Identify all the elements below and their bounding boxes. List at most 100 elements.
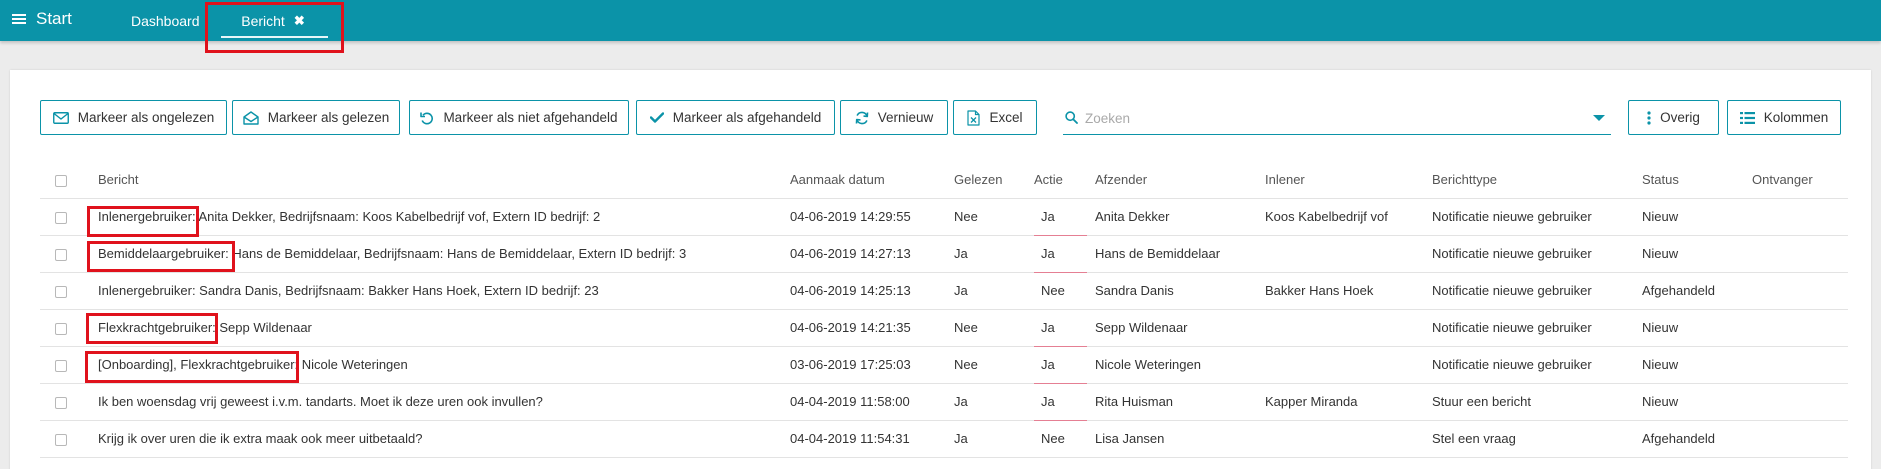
search-input[interactable] (1085, 108, 1565, 128)
cell-ontvanger (1752, 420, 1848, 458)
cell-ontvanger (1752, 383, 1848, 421)
mark-unread-label: Markeer als ongelezen (77, 110, 215, 125)
row-checkbox[interactable] (55, 433, 67, 446)
overig-button[interactable]: Overig (1628, 100, 1719, 135)
cell-inlener (1265, 420, 1432, 458)
cell-gelezen: Ja (954, 235, 1034, 273)
tab-dashboard-label: Dashboard (131, 12, 200, 29)
cell-ontvanger (1752, 346, 1848, 384)
envelope-icon (52, 111, 69, 124)
row-checkbox[interactable] (55, 211, 67, 224)
envelope-open-icon (243, 110, 259, 125)
cell-actie: Ja (1034, 309, 1095, 347)
cell-actie: Nee (1034, 420, 1095, 458)
actie-value: Ja (1041, 246, 1055, 261)
more-vertical-icon (1647, 110, 1651, 125)
cell-aanmaak-datum: 04-06-2019 14:27:13 (790, 235, 954, 273)
start-label: Start (36, 9, 72, 28)
excel-file-icon (967, 109, 981, 126)
excel-label: Excel (989, 110, 1023, 125)
actie-value: Nee (1041, 431, 1065, 446)
row-checkbox[interactable] (55, 359, 67, 372)
cell-aanmaak-datum: 04-06-2019 14:25:13 (790, 272, 954, 310)
table-row[interactable]: Flexkrachtgebruiker: Sepp Wildenaar 04-0… (40, 309, 1848, 347)
table-row[interactable]: Inlenergebruiker: Anita Dekker, Bedrijfs… (40, 198, 1848, 236)
table-row[interactable]: Krijg ik over uren die ik extra maak ook… (40, 420, 1848, 458)
row-checkbox[interactable] (55, 396, 67, 409)
cell-status: Nieuw (1642, 198, 1752, 236)
mark-unread-button[interactable]: Markeer als ongelezen (40, 100, 227, 135)
mark-handled-label: Markeer als afgehandeld (672, 110, 822, 125)
select-all-checkbox[interactable] (55, 174, 67, 187)
hamburger-menu-icon (12, 13, 26, 25)
column-header-berichttype[interactable]: Berichttype (1432, 162, 1642, 199)
tab-dashboard[interactable]: Dashboard (131, 0, 200, 41)
cell-bericht: Flexkrachtgebruiker: Sepp Wildenaar (98, 309, 790, 347)
column-header-inlener[interactable]: Inlener (1265, 162, 1432, 199)
cell-berichttype: Stuur een bericht (1432, 383, 1642, 421)
mark-handled-button[interactable]: Markeer als afgehandeld (636, 100, 835, 135)
cell-afzender: Lisa Jansen (1095, 420, 1265, 458)
search-box (1063, 100, 1611, 135)
kolommen-label: Kolommen (1763, 110, 1829, 125)
cell-actie: Ja (1034, 346, 1095, 384)
column-header-ontvanger[interactable]: Ontvanger (1752, 162, 1848, 199)
cell-aanmaak-datum: 04-04-2019 11:54:31 (790, 420, 954, 458)
row-checkbox[interactable] (55, 285, 67, 298)
cell-berichttype: Stel een vraag (1432, 420, 1642, 458)
cell-berichttype: Notificatie nieuwe gebruiker (1432, 235, 1642, 273)
cell-actie: Ja (1034, 198, 1095, 236)
cell-inlener (1265, 346, 1432, 384)
cell-gelezen: Nee (954, 309, 1034, 347)
row-checkbox[interactable] (55, 322, 67, 335)
table-header-row: Bericht Aanmaak datum Gelezen Actie Afze… (40, 162, 1848, 199)
column-header-actie[interactable]: Actie (1034, 162, 1095, 199)
actie-value: Ja (1041, 357, 1055, 372)
search-dropdown-caret-icon[interactable] (1593, 115, 1605, 121)
cell-aanmaak-datum: 04-06-2019 14:29:55 (790, 198, 954, 236)
cell-berichttype: Notificatie nieuwe gebruiker (1432, 272, 1642, 310)
start-menu-button[interactable]: Start (12, 8, 72, 30)
cell-berichttype: Notificatie nieuwe gebruiker (1432, 198, 1642, 236)
cell-ontvanger (1752, 235, 1848, 273)
table-row[interactable]: Inlenergebruiker: Sandra Danis, Bedrijfs… (40, 272, 1848, 310)
mark-not-handled-button[interactable]: Markeer als niet afgehandeld (409, 100, 629, 135)
undo-icon (420, 111, 434, 125)
table-row[interactable]: Bemiddelaargebruiker: Hans de Bemiddelaa… (40, 235, 1848, 273)
close-tab-icon[interactable]: ✖ (294, 13, 305, 29)
table-row[interactable]: [Onboarding], Flexkrachtgebruiker: Nicol… (40, 346, 1848, 384)
cell-berichttype: Notificatie nieuwe gebruiker (1432, 346, 1642, 384)
cell-status: Nieuw (1642, 309, 1752, 347)
column-header-aanmaak-datum[interactable]: Aanmaak datum (790, 162, 954, 199)
column-header-bericht[interactable]: Bericht (98, 162, 790, 199)
column-header-status[interactable]: Status (1642, 162, 1752, 199)
tab-bericht[interactable]: Bericht ✖ (218, 0, 328, 41)
mark-not-handled-label: Markeer als niet afgehandeld (443, 110, 618, 125)
active-tab-indicator (221, 36, 328, 38)
cell-afzender: Anita Dekker (1095, 198, 1265, 236)
cell-actie: Ja (1034, 383, 1095, 421)
cell-bericht: Ik ben woensdag vrij geweest i.v.m. tand… (98, 383, 790, 421)
row-checkbox[interactable] (55, 248, 67, 261)
cell-afzender: Nicole Weteringen (1095, 346, 1265, 384)
cell-actie: Ja (1034, 235, 1095, 273)
top-navigation-bar: Start Dashboard Bericht ✖ (0, 0, 1881, 41)
column-header-afzender[interactable]: Afzender (1095, 162, 1265, 199)
cell-inlener: Bakker Hans Hoek (1265, 272, 1432, 310)
mark-read-label: Markeer als gelezen (267, 110, 390, 125)
cell-afzender: Rita Huisman (1095, 383, 1265, 421)
kolommen-button[interactable]: Kolommen (1727, 100, 1841, 135)
cell-actie: Nee (1034, 272, 1095, 310)
search-icon (1065, 111, 1078, 129)
cell-bericht: Inlenergebruiker: Sandra Danis, Bedrijfs… (98, 272, 790, 310)
tab-bericht-label: Bericht (241, 12, 285, 29)
cell-gelezen: Nee (954, 346, 1034, 384)
refresh-icon (855, 111, 869, 125)
excel-export-button[interactable]: Excel (953, 100, 1037, 135)
table-row[interactable]: Ik ben woensdag vrij geweest i.v.m. tand… (40, 383, 1848, 421)
refresh-button[interactable]: Vernieuw (840, 100, 948, 135)
mark-read-button[interactable]: Markeer als gelezen (232, 100, 400, 135)
cell-inlener: Kapper Miranda (1265, 383, 1432, 421)
cell-gelezen: Nee (954, 198, 1034, 236)
column-header-gelezen[interactable]: Gelezen (954, 162, 1034, 199)
